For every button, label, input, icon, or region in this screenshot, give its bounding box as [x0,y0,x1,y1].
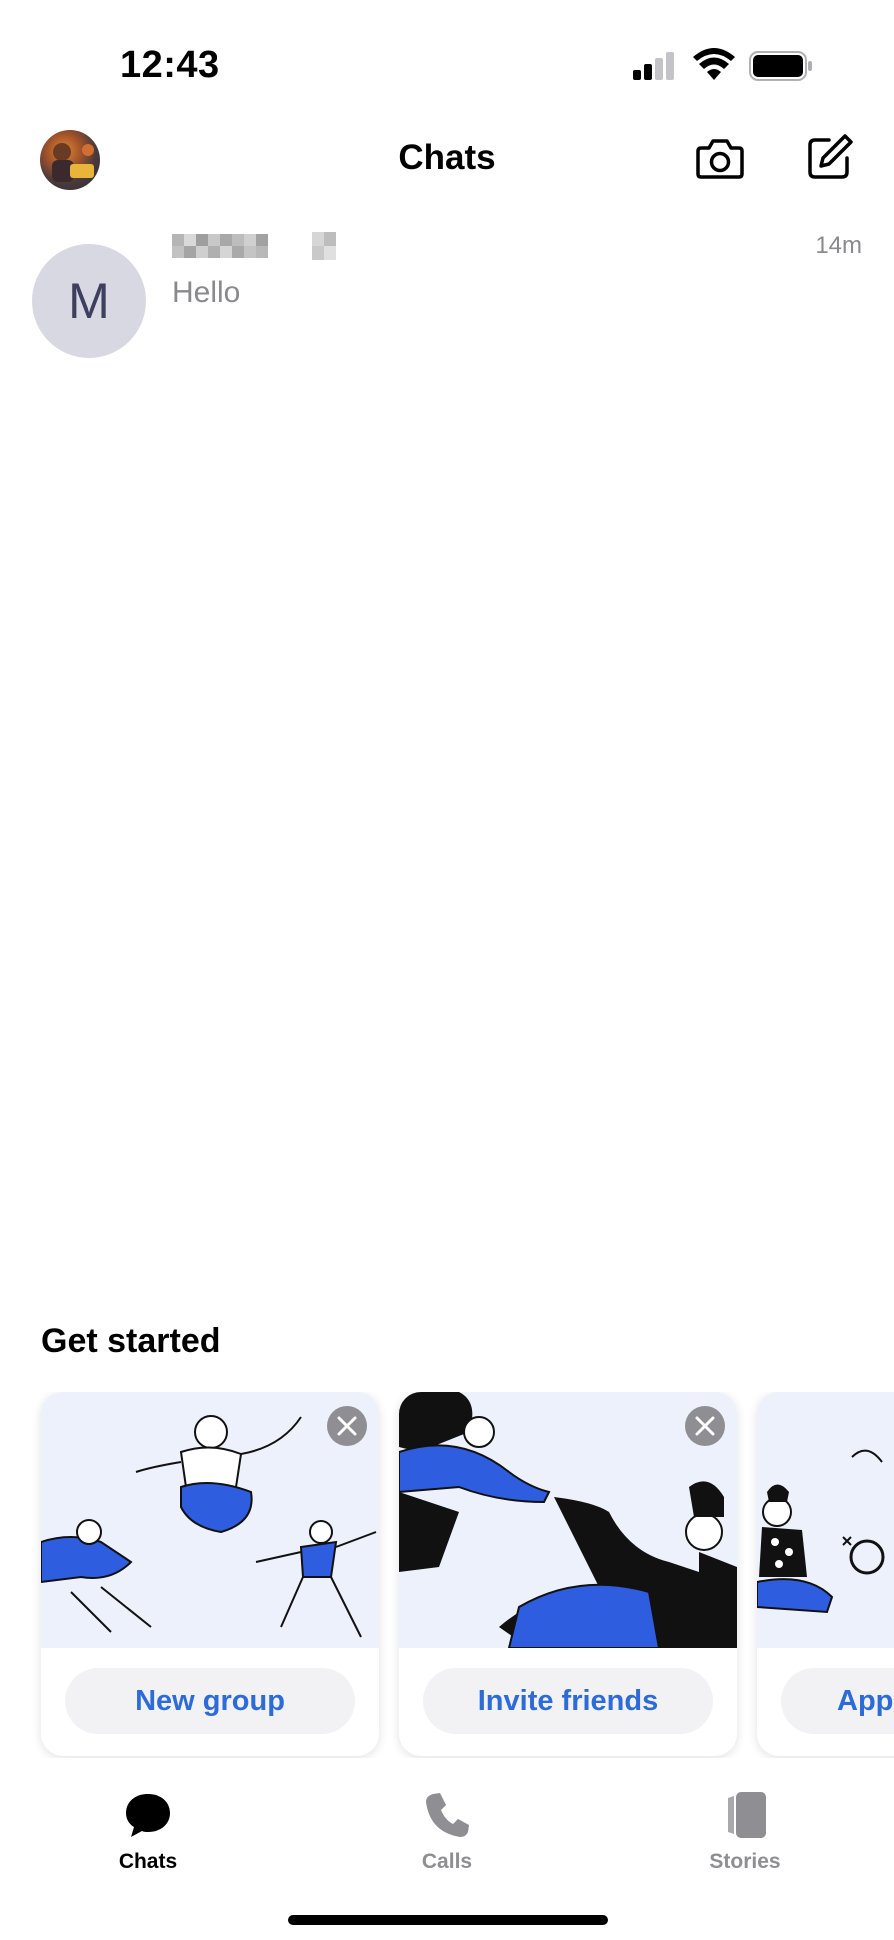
new-group-button[interactable]: New group [65,1668,355,1734]
card-illustration [757,1392,894,1648]
tab-calls[interactable]: Calls [367,1788,527,1888]
home-indicator[interactable] [288,1915,608,1925]
dismiss-card-button[interactable] [327,1406,367,1446]
person-sitting-illustration [757,1449,885,1614]
pixelated-name-icon [172,232,336,260]
chat-bubble-icon [126,1794,170,1837]
tab-label: Stories [709,1850,781,1873]
camera-button[interactable] [695,134,745,182]
chat-list-item[interactable]: M Hello 14m [0,220,894,370]
new-group-card[interactable]: New group [41,1392,379,1756]
wifi-icon [693,48,735,80]
tab-label: Calls [421,1850,473,1873]
status-time: 12:43 [120,44,220,86]
close-icon [337,1416,357,1436]
get-started-title: Get started [41,1322,221,1360]
appearance-button[interactable]: App [781,1668,894,1734]
last-message-preview: Hello [172,276,241,309]
appearance-card[interactable]: App [757,1392,894,1756]
contact-avatar: M [32,244,146,358]
tab-chats[interactable]: Chats [68,1788,228,1888]
battery-icon [749,51,812,81]
page-title: Chats [398,138,496,177]
cellular-signal-icon [633,52,674,80]
tab-label: Chats [118,1850,178,1873]
compose-button[interactable] [805,132,855,182]
phone-icon [426,1793,469,1837]
stories-icon [728,1792,766,1838]
tab-stories[interactable]: Stories [665,1788,825,1888]
contact-name-redacted [172,228,352,268]
close-icon [695,1416,715,1436]
dismiss-card-button[interactable] [685,1406,725,1446]
header: Chats [0,120,894,220]
get-started-carousel[interactable]: New group Invite friends App [0,1392,894,1758]
avatar-letter: M [68,273,110,329]
invite-friends-button[interactable]: Invite friends [423,1668,713,1734]
status-bar: 12:43 [0,0,894,120]
message-timestamp: 14m [815,232,862,259]
invite-friends-card[interactable]: Invite friends [399,1392,737,1756]
